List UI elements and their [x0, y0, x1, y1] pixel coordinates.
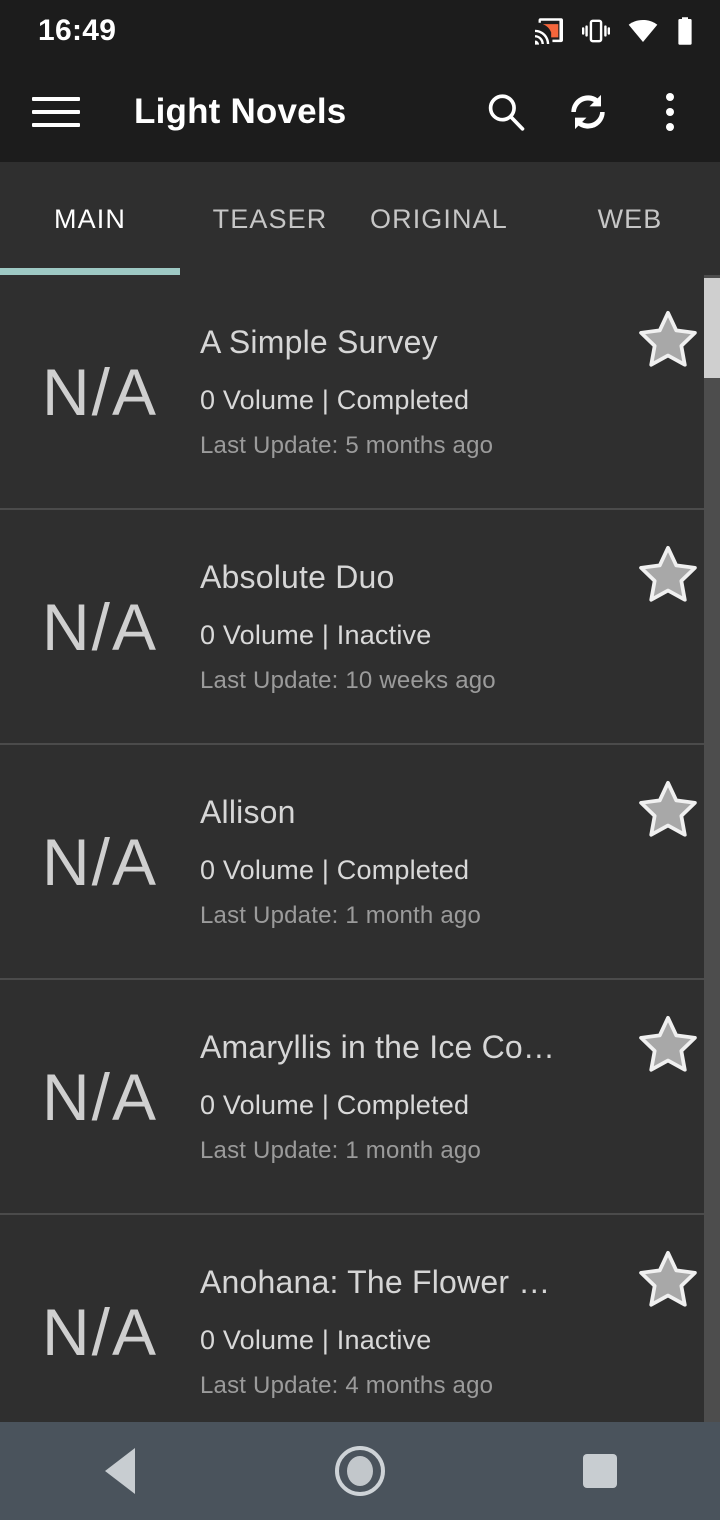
tab-label: ORIGINAL [370, 203, 508, 234]
status-bar: 16:49 [0, 0, 720, 62]
list-item[interactable]: N/A Absolute Duo 0 Volume | Inactive Las… [0, 510, 720, 745]
app-bar: Light Novels [0, 62, 720, 162]
favorite-star-icon[interactable] [616, 744, 720, 979]
hamburger-line [32, 110, 80, 114]
cover-thumbnail: N/A [0, 744, 200, 979]
scrollbar-thumb[interactable] [704, 278, 720, 378]
recents-square-icon [583, 1454, 617, 1488]
home-inner-dot [347, 1456, 373, 1486]
tab-label: MAIN [54, 203, 126, 234]
list-item-meta: 0 Volume | Completed [200, 1089, 470, 1120]
status-time: 16:49 [38, 14, 117, 47]
list-item-last-update: Last Update: 5 months ago [200, 431, 494, 459]
overflow-dots [666, 93, 674, 131]
home-circle-icon [335, 1446, 385, 1496]
list-item-meta: 0 Volume | Inactive [200, 1324, 432, 1355]
overflow-dot [666, 123, 674, 131]
list-item-last-update: Last Update: 4 months ago [200, 1371, 494, 1399]
tab-main[interactable]: MAIN [0, 162, 180, 275]
list-item-meta: 0 Volume | Completed [200, 384, 470, 415]
cover-placeholder-text: N/A [41, 1294, 159, 1369]
refresh-icon[interactable] [560, 84, 616, 140]
nav-recents-button[interactable] [540, 1422, 660, 1520]
favorite-star-icon[interactable] [616, 1214, 720, 1422]
nav-home-button[interactable] [300, 1422, 420, 1520]
tab-teaser[interactable]: TEASER [180, 162, 360, 275]
status-icons [533, 16, 694, 46]
list-item-title: Anohana: The Flower … [200, 1263, 551, 1300]
cover-thumbnail: N/A [0, 509, 200, 744]
hamburger-line [32, 97, 80, 101]
favorite-star-icon[interactable] [616, 509, 720, 744]
list-item-last-update: Last Update: 1 month ago [200, 1136, 481, 1164]
list-item[interactable]: N/A Anohana: The Flower … 0 Volume | Ina… [0, 1215, 720, 1422]
list-item-body: Absolute Duo 0 Volume | Inactive Last Up… [200, 559, 616, 695]
tab-active-indicator [0, 268, 180, 275]
cast-icon [533, 17, 565, 45]
novel-list[interactable]: N/A A Simple Survey 0 Volume | Completed… [0, 275, 720, 1422]
cover-placeholder-text: N/A [41, 824, 159, 899]
list-item-title: Amaryllis in the Ice Co… [200, 1028, 556, 1065]
list-item[interactable]: N/A Amaryllis in the Ice Co… 0 Volume | … [0, 980, 720, 1215]
tab-original[interactable]: ORIGINAL [360, 162, 540, 275]
cover-thumbnail: N/A [0, 275, 200, 509]
list-item-last-update: Last Update: 1 month ago [200, 901, 481, 929]
cover-thumbnail: N/A [0, 979, 200, 1214]
nav-back-button[interactable] [60, 1422, 180, 1520]
cover-thumbnail: N/A [0, 1214, 200, 1422]
tab-bar: MAIN TEASER ORIGINAL WEB [0, 162, 720, 275]
list-item[interactable]: N/A A Simple Survey 0 Volume | Completed… [0, 275, 720, 510]
cover-placeholder-text: N/A [41, 1059, 159, 1134]
app-bar-actions [478, 84, 698, 140]
list-item-body: Amaryllis in the Ice Co… 0 Volume | Comp… [200, 1029, 616, 1165]
page-title: Light Novels [134, 92, 347, 131]
search-icon[interactable] [478, 84, 534, 140]
list-item-body: A Simple Survey 0 Volume | Completed Las… [200, 324, 616, 460]
back-triangle-icon [105, 1448, 135, 1494]
list-item[interactable]: N/A Allison 0 Volume | Completed Last Up… [0, 745, 720, 980]
list-item-body: Anohana: The Flower … 0 Volume | Inactiv… [200, 1264, 616, 1400]
list-item-last-update: Last Update: 10 weeks ago [200, 666, 496, 694]
list-item-body: Allison 0 Volume | Completed Last Update… [200, 794, 616, 930]
tab-web[interactable]: WEB [540, 162, 720, 275]
android-navigation-bar [0, 1422, 720, 1520]
cover-placeholder-text: N/A [41, 589, 159, 664]
overflow-dot [666, 93, 674, 101]
list-item-title: Absolute Duo [200, 558, 395, 595]
tab-label: WEB [597, 203, 663, 234]
list-item-title: A Simple Survey [200, 323, 438, 360]
list-item-meta: 0 Volume | Completed [200, 854, 470, 885]
tab-label: TEASER [212, 203, 328, 234]
hamburger-line [32, 123, 80, 127]
favorite-star-icon[interactable] [616, 979, 720, 1214]
overflow-dot [666, 108, 674, 116]
battery-icon [676, 16, 694, 46]
hamburger-menu-icon[interactable] [32, 87, 82, 137]
cover-placeholder-text: N/A [41, 354, 159, 429]
overflow-menu-icon[interactable] [642, 84, 698, 140]
vibrate-icon [582, 18, 610, 44]
list-item-meta: 0 Volume | Inactive [200, 619, 432, 650]
list-item-title: Allison [200, 793, 296, 830]
wifi-icon [627, 18, 659, 44]
